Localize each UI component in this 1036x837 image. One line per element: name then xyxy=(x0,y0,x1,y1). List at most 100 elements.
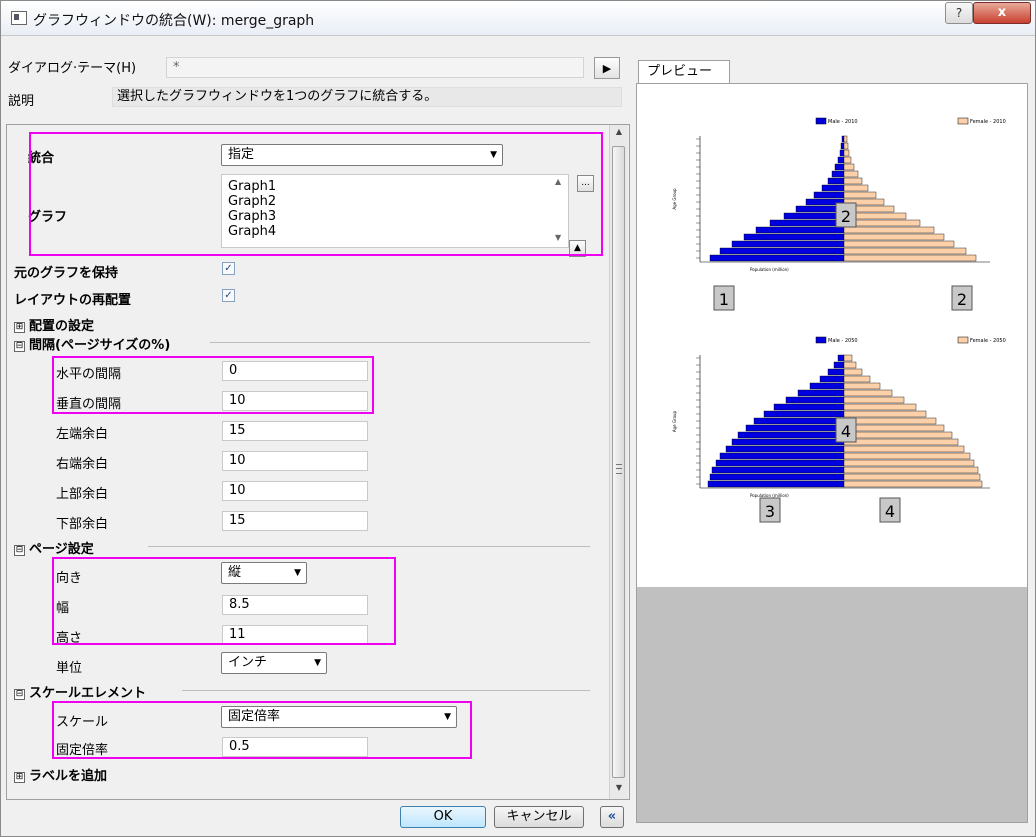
male-bar xyxy=(821,184,845,192)
description-label: 説明 xyxy=(8,94,35,109)
collapse-icon[interactable]: ⊟ xyxy=(14,689,25,700)
legend-label: Male - 2050 xyxy=(828,338,858,344)
legend-swatch xyxy=(957,336,969,344)
expand-list-button[interactable]: ▲ xyxy=(569,240,586,257)
scroll-down-arrow[interactable]: ▼ xyxy=(555,233,561,242)
units-dropdown[interactable]: インチ ▼ xyxy=(221,652,327,674)
arrange-section[interactable]: ⊞ 配置の設定 xyxy=(14,315,94,334)
graph-list-item[interactable]: Graph4 xyxy=(228,224,568,239)
male-bar xyxy=(833,361,845,369)
keep-source-label: 元のグラフを保持 xyxy=(14,266,119,281)
collapse-preview-button[interactable]: « xyxy=(600,806,624,828)
male-bar xyxy=(763,410,845,418)
settings-scrollbar[interactable]: ▲ ▼ xyxy=(609,125,628,799)
keep-source-checkbox[interactable]: ✓ xyxy=(222,262,235,275)
male-bar xyxy=(834,163,845,171)
female-bar xyxy=(843,149,850,157)
scroll-up-arrow[interactable]: ▲ xyxy=(555,177,561,186)
female-bar xyxy=(843,226,935,234)
cancel-button[interactable]: キャンセル xyxy=(494,806,584,828)
male-bar xyxy=(711,466,845,474)
female-bar xyxy=(843,135,848,143)
merge-label: 統合 xyxy=(28,151,55,166)
male-bar xyxy=(809,382,845,390)
expand-icon[interactable]: ⊞ xyxy=(14,772,25,783)
female-bar xyxy=(843,410,927,418)
height-input[interactable]: 11 xyxy=(222,625,368,645)
male-bar xyxy=(837,354,845,362)
title-bar[interactable]: グラフウィンドウの統合(W): merge_graph ? x xyxy=(1,1,1035,36)
scroll-down-arrow[interactable]: ▼ xyxy=(610,783,628,797)
window-icon xyxy=(11,11,27,25)
chevron-down-icon: ▼ xyxy=(314,658,321,668)
male-bar xyxy=(827,177,845,185)
male-bar xyxy=(707,480,845,488)
male-bar xyxy=(755,226,845,234)
graph-list-item[interactable]: Graph1 xyxy=(228,179,568,194)
close-button[interactable]: x xyxy=(973,2,1031,24)
graph-number-label: 4 xyxy=(885,502,895,521)
male-bar xyxy=(783,212,845,220)
graph-list-item[interactable]: Graph3 xyxy=(228,209,568,224)
browse-graphs-button[interactable]: ... xyxy=(577,175,594,192)
male-bar xyxy=(841,135,845,143)
female-bar xyxy=(843,177,863,185)
units-value: インチ xyxy=(228,655,268,670)
bottom-margin-input[interactable]: 15 xyxy=(222,511,368,531)
chevron-down-icon: ▼ xyxy=(294,568,301,578)
add-label-section-label: ラベルを追加 xyxy=(29,769,108,784)
y-axis-title: Age Group xyxy=(672,188,677,210)
scroll-thumb[interactable] xyxy=(612,146,625,778)
female-bar xyxy=(843,466,979,474)
scale-section[interactable]: ⊟ スケールエレメント xyxy=(14,682,146,701)
male-bar xyxy=(831,170,845,178)
female-bar xyxy=(843,240,955,248)
merge-dropdown[interactable]: 指定 ▼ xyxy=(221,144,503,166)
spacing-section-label: 間隔(ページサイズの%) xyxy=(29,338,171,353)
right-margin-label: 右端余白 xyxy=(56,457,109,472)
collapse-icon[interactable]: ⊟ xyxy=(14,341,25,352)
rearrange-checkbox[interactable]: ✓ xyxy=(222,289,235,302)
female-bar xyxy=(843,445,965,453)
collapse-icon[interactable]: ⊟ xyxy=(14,545,25,556)
top-margin-input[interactable]: 10 xyxy=(222,481,368,501)
female-bar xyxy=(843,156,852,164)
male-bar xyxy=(719,247,845,255)
dialog-theme-input[interactable]: * xyxy=(166,57,584,78)
graph-number-label: 2 xyxy=(841,207,851,226)
add-label-section[interactable]: ⊞ ラベルを追加 xyxy=(14,765,107,784)
female-bar xyxy=(843,184,869,192)
left-margin-label: 左端余白 xyxy=(56,427,109,442)
male-bar xyxy=(797,389,845,397)
scale-dropdown[interactable]: 固定倍率 ▼ xyxy=(221,706,457,728)
female-bar xyxy=(843,396,905,404)
right-margin-input[interactable]: 10 xyxy=(222,451,368,471)
theme-menu-button[interactable]: ▶ xyxy=(594,57,620,79)
tab-preview[interactable]: プレビュー xyxy=(638,60,730,84)
female-bar xyxy=(843,247,967,255)
legend-swatch xyxy=(957,117,969,125)
legend-swatch xyxy=(815,117,827,125)
ok-button[interactable]: OK xyxy=(400,806,486,828)
help-button[interactable]: ? xyxy=(945,2,973,24)
legend-label: Female - 2010 xyxy=(970,119,1006,125)
female-bar xyxy=(843,417,937,425)
graph-list-scrollbar[interactable]: ▲ ▼ xyxy=(553,175,568,247)
graph-list-item[interactable]: Graph2 xyxy=(228,194,568,209)
expand-icon[interactable]: ⊞ xyxy=(14,322,25,333)
graph-list[interactable]: Graph1 Graph2 Graph3 Graph4 xyxy=(221,174,569,248)
female-bar xyxy=(843,375,871,383)
male-bar xyxy=(731,438,845,446)
vertical-gap-input[interactable]: 10 xyxy=(222,391,368,411)
scroll-up-arrow[interactable]: ▲ xyxy=(610,127,628,141)
graph-number-label: 4 xyxy=(841,422,851,441)
orientation-dropdown[interactable]: 縦 ▼ xyxy=(221,562,307,584)
spacing-section[interactable]: ⊟ 間隔(ページサイズの%) xyxy=(14,334,170,353)
page-section[interactable]: ⊟ ページ設定 xyxy=(14,538,94,557)
male-bar xyxy=(743,233,845,241)
left-margin-input[interactable]: 15 xyxy=(222,421,368,441)
female-bar xyxy=(843,431,953,439)
fixed-factor-input[interactable]: 0.5 xyxy=(222,737,368,757)
horizontal-gap-input[interactable]: 0 xyxy=(222,361,368,381)
width-input[interactable]: 8.5 xyxy=(222,595,368,615)
